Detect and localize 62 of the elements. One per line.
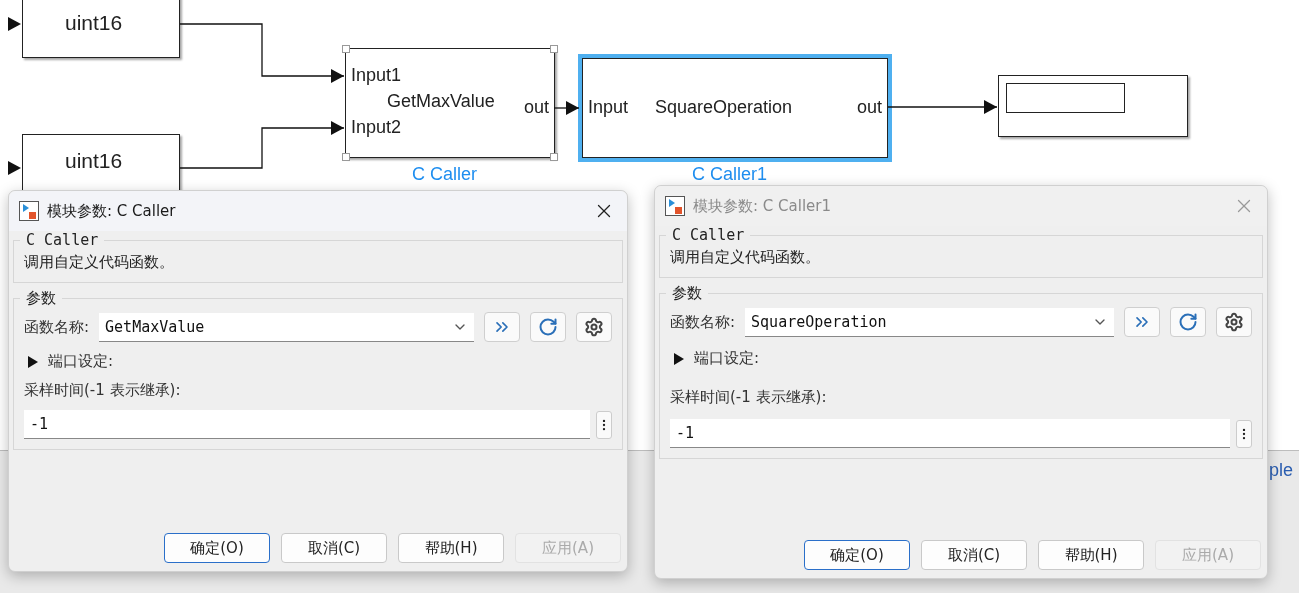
sample-time-field[interactable]: -1 <box>670 419 1230 448</box>
group-title: 参数 <box>25 289 57 308</box>
settings-button[interactable] <box>1216 307 1252 337</box>
block-name: C Caller <box>412 164 477 185</box>
group-title: 参数 <box>671 284 703 303</box>
block-label: uint16 <box>65 149 123 173</box>
port-label: Input2 <box>351 117 402 138</box>
display-block[interactable] <box>998 75 1188 137</box>
port-settings-toggle[interactable]: 端口设定: <box>24 352 114 371</box>
resize-handle[interactable] <box>342 45 350 53</box>
resize-handle[interactable] <box>342 153 350 161</box>
function-label: GetMaxValue <box>387 91 495 112</box>
description-text: 调用自定义代码函数。 <box>670 248 821 267</box>
group-title: C Caller <box>25 231 100 249</box>
description-text: 调用自定义代码函数。 <box>24 253 175 272</box>
double-chevron-button[interactable] <box>1124 307 1160 337</box>
port-arrow-icon <box>8 161 21 175</box>
source-block[interactable]: uint16 <box>22 0 180 58</box>
function-label: SquareOperation <box>655 97 793 118</box>
double-chevron-button[interactable] <box>484 312 520 342</box>
resize-handle[interactable] <box>550 45 558 53</box>
sample-time-field[interactable]: -1 <box>24 410 590 439</box>
c-caller-block[interactable]: Input1 GetMaxValue out Input2 <box>345 48 555 158</box>
field-label: 函数名称: <box>670 312 736 332</box>
dialog-button[interactable]: 帮助(H) <box>398 533 504 563</box>
port-label: Input <box>588 97 629 118</box>
port-settings-toggle[interactable]: 端口设定: <box>670 349 760 368</box>
connector-arrow <box>553 101 580 115</box>
dialog-button[interactable]: 帮助(H) <box>1038 540 1144 570</box>
refresh-icon <box>1178 312 1198 332</box>
group-title: C Caller <box>671 226 746 244</box>
refresh-icon <box>538 317 558 337</box>
resize-handle[interactable] <box>550 153 558 161</box>
triangle-icon <box>674 352 684 365</box>
settings-icon <box>584 317 604 337</box>
dialog-title: 模块参数: C Caller <box>47 201 177 221</box>
block-label: uint16 <box>65 11 123 35</box>
port-label: Input1 <box>351 65 402 86</box>
more-options-button[interactable] <box>1236 419 1252 448</box>
refresh-button[interactable] <box>530 312 566 342</box>
function-dropdown[interactable]: SquareOperation <box>745 307 1114 337</box>
dialog-button[interactable]: 取消(C) <box>921 540 1027 570</box>
port-arrow-icon <box>8 17 21 31</box>
background-text: ple <box>1269 460 1294 481</box>
block-diagram-icon <box>665 196 685 216</box>
block-name: C Caller1 <box>692 164 768 185</box>
more-options-button[interactable] <box>596 410 612 439</box>
dialog-button[interactable]: 确定(O) <box>804 540 910 570</box>
function-dropdown[interactable]: GetMaxValue <box>99 312 474 342</box>
field-label: 函数名称: <box>24 317 90 337</box>
dialog-button[interactable]: 确定(O) <box>164 533 270 563</box>
dialog-title: 模块参数: C Caller1 <box>693 196 832 216</box>
dialog-button[interactable]: 取消(C) <box>281 533 387 563</box>
refresh-button[interactable] <box>1170 307 1206 337</box>
settings-icon <box>1224 312 1244 332</box>
field-label: 采样时间(-1 表示继承): <box>24 381 182 400</box>
triangle-icon <box>28 355 38 368</box>
port-label: out <box>523 97 549 118</box>
block-diagram-icon <box>19 201 39 221</box>
field-label: 采样时间(-1 表示继承): <box>670 388 828 407</box>
port-label: out <box>856 97 882 118</box>
settings-button[interactable] <box>576 312 612 342</box>
